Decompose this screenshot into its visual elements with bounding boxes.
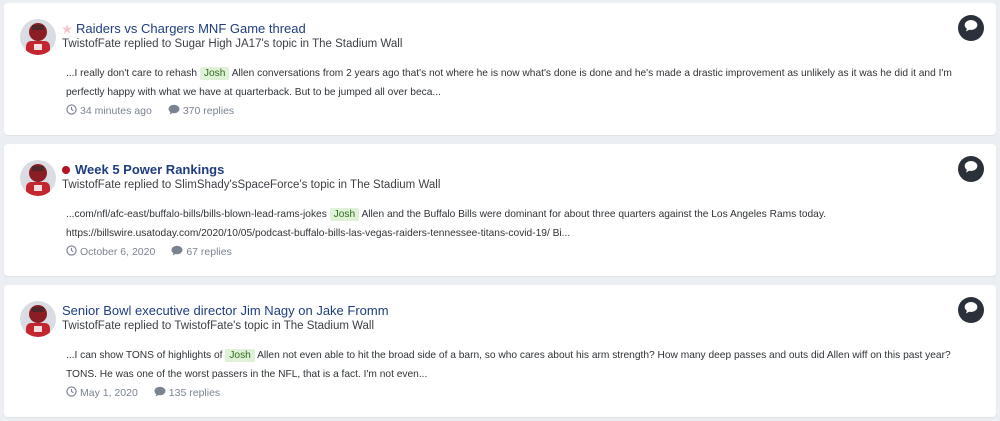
- activity-meta: TwistofFate replied to TwistofFate's top…: [62, 320, 374, 332]
- result-card: Senior Bowl executive director Jim Nagy …: [4, 285, 996, 417]
- result-card: Week 5 Power Rankings TwistofFate replie…: [4, 144, 996, 276]
- topic-owner-link[interactable]: TwistofFate's: [174, 320, 241, 332]
- timestamp[interactable]: October 6, 2020: [66, 245, 155, 259]
- timestamp[interactable]: May 1, 2020: [66, 386, 138, 400]
- reply-type-button[interactable]: [958, 156, 984, 182]
- comment-icon: [171, 245, 186, 259]
- search-highlight: Josh: [199, 67, 230, 80]
- snippet-text: ...I really don't care to rehash: [66, 68, 200, 79]
- comment-icon: [154, 386, 169, 400]
- author-link[interactable]: TwistofFate: [62, 38, 121, 50]
- comment-icon: [168, 104, 183, 118]
- reply-count: 370 replies: [168, 104, 234, 118]
- replies-text: 67 replies: [186, 246, 232, 258]
- search-highlight: Josh: [225, 349, 255, 362]
- replies-text: 135 replies: [168, 387, 221, 399]
- comment-icon: [964, 160, 978, 178]
- time-text: October 6, 2020: [80, 246, 156, 258]
- post-snippet: ...I really don't care to rehash Josh Al…: [66, 64, 978, 102]
- comment-icon: [964, 301, 978, 319]
- clock-icon: [66, 245, 80, 259]
- clock-icon: [66, 104, 80, 118]
- avatar[interactable]: [20, 19, 56, 55]
- post-snippet: ...I can show TONS of highlights of Josh…: [66, 346, 978, 384]
- timestamp[interactable]: 34 minutes ago: [66, 104, 152, 118]
- activity-meta: TwistofFate replied to Sugar High JA17's…: [62, 38, 402, 50]
- reply-type-button[interactable]: [958, 15, 984, 41]
- action-text: replied to: [124, 38, 172, 50]
- avatar[interactable]: [20, 301, 56, 337]
- avatar[interactable]: [20, 160, 56, 196]
- replies-text: 370 replies: [182, 105, 235, 117]
- snippet-text: ...I can show TONS of highlights of: [66, 350, 226, 361]
- star-icon: [62, 23, 72, 34]
- hot-dot-icon: [62, 165, 70, 174]
- activity-meta: TwistofFate replied to SlimShady'sSpaceF…: [62, 179, 440, 191]
- forum-link[interactable]: The Stadium Wall: [284, 320, 374, 332]
- time-text: May 1, 2020: [80, 387, 138, 399]
- author-link[interactable]: TwistofFate: [62, 320, 121, 332]
- result-stats: May 1, 2020 135 replies: [66, 386, 236, 400]
- reply-count: 135 replies: [154, 386, 220, 400]
- snippet-text: ...com/nfl/afc-east/buffalo-bills/bills-…: [66, 209, 330, 220]
- result-card: Raiders vs Chargers MNF Game thread Twis…: [4, 3, 996, 135]
- topic-word: topic in: [272, 38, 310, 50]
- result-stats: October 6, 2020 67 replies: [66, 245, 248, 259]
- topic-word: topic in: [244, 320, 281, 332]
- topic-title-link[interactable]: Raiders vs Chargers MNF Game thread: [76, 21, 306, 36]
- post-snippet: ...com/nfl/afc-east/buffalo-bills/bills-…: [66, 205, 978, 243]
- reply-count: 67 replies: [171, 245, 232, 259]
- forum-link[interactable]: The Stadium Wall: [312, 38, 402, 50]
- author-link[interactable]: TwistofFate: [62, 179, 121, 191]
- topic-owner-link[interactable]: SlimShady'sSpaceForce's: [175, 179, 308, 191]
- result-stats: 34 minutes ago 370 replies: [66, 104, 250, 118]
- topic-owner-link[interactable]: Sugar High JA17's: [175, 38, 270, 50]
- time-text: 34 minutes ago: [80, 105, 152, 117]
- reply-type-button[interactable]: [958, 297, 984, 323]
- topic-title-link[interactable]: Week 5 Power Rankings: [75, 162, 224, 177]
- action-text: replied to: [124, 179, 172, 191]
- action-text: replied to: [124, 320, 172, 332]
- topic-title-link[interactable]: Senior Bowl executive director Jim Nagy …: [62, 303, 389, 318]
- topic-word: topic in: [310, 179, 348, 191]
- search-highlight: Josh: [329, 208, 360, 221]
- clock-icon: [66, 386, 80, 400]
- forum-link[interactable]: The Stadium Wall: [350, 179, 440, 191]
- comment-icon: [964, 19, 978, 37]
